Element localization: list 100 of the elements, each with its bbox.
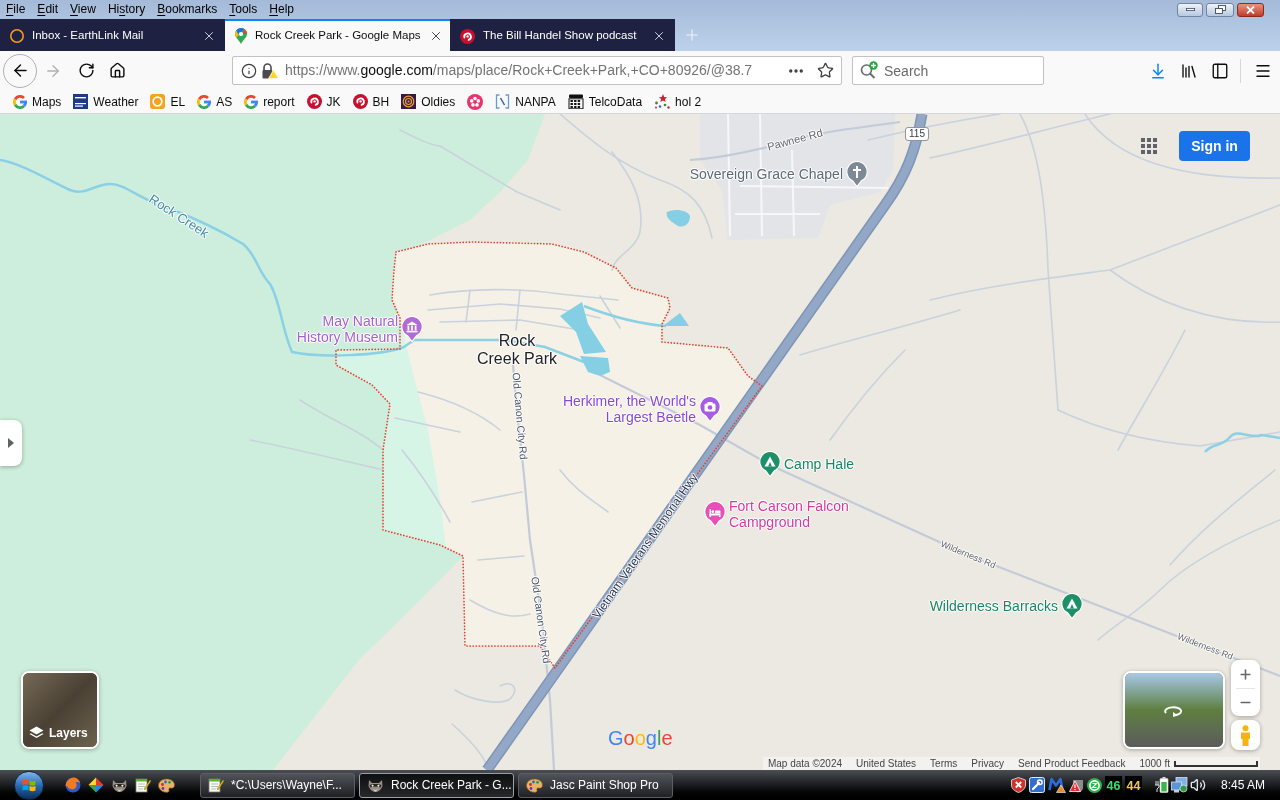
menu-item[interactable]: File [0, 1, 32, 18]
star-icon[interactable] [817, 62, 834, 79]
menu-item[interactable]: Edit [31, 1, 65, 18]
raccoon-icon[interactable] [111, 777, 128, 793]
road-label: Old Canon City Rd [529, 575, 553, 665]
menu-item[interactable]: Bookmarks [151, 1, 224, 18]
tent-pin-icon[interactable] [759, 451, 781, 477]
back-button[interactable] [3, 53, 37, 88]
ring-icon [10, 29, 24, 43]
rotate-icon [1163, 705, 1185, 717]
g-icon [244, 94, 259, 109]
expand-panel-button[interactable] [0, 420, 22, 466]
flower-icon[interactable] [467, 93, 484, 110]
battery-icon[interactable] [1153, 777, 1169, 793]
ring-icon [150, 94, 166, 109]
building-pin-icon[interactable] [401, 316, 423, 342]
search-field[interactable]: Search [852, 56, 1044, 85]
bookmark-item[interactable]: EL [150, 92, 186, 111]
layers-button[interactable]: Layers [21, 671, 99, 749]
menu-item[interactable]: History [101, 1, 152, 18]
globe-icon[interactable] [65, 777, 81, 793]
place-label[interactable]: Fort Carson Falcon Campground [729, 498, 869, 530]
bookmark-item[interactable]: Weather [73, 92, 139, 111]
stars-icon [654, 94, 671, 109]
network-icon[interactable] [1170, 777, 1188, 793]
palette-icon[interactable] [158, 777, 175, 793]
bookmark-item[interactable]: Maps [13, 92, 62, 111]
taskbar-window-button[interactable]: Rock Creek Park - G... [359, 772, 514, 798]
road [477, 555, 525, 561]
disc-icon[interactable] [1086, 777, 1102, 793]
close-icon [1246, 5, 1255, 14]
warning-icon[interactable] [1068, 777, 1084, 793]
speaker-icon[interactable] [1189, 777, 1206, 793]
tray-counter: 44 [1125, 779, 1141, 791]
bookmark-item[interactable]: report [244, 92, 295, 111]
raccoon-icon[interactable] [367, 777, 384, 793]
browser-tab[interactable]: The Bill Handel Show podcast [450, 19, 675, 51]
download-icon[interactable] [1149, 61, 1167, 80]
place-label[interactable]: Camp Hale [784, 456, 855, 472]
bookmark-item[interactable]: TelcoData [567, 92, 643, 111]
bookmark-item[interactable]: NANPA [495, 92, 556, 111]
terms-link[interactable]: Terms [930, 757, 958, 770]
start-button[interactable] [14, 770, 44, 800]
home-icon[interactable] [108, 62, 126, 79]
apps-grid-icon[interactable] [1141, 138, 1157, 154]
browser-tab[interactable]: Inbox - EarthLink Mail [0, 19, 225, 51]
bracket-icon [495, 94, 511, 109]
pond [663, 313, 689, 326]
taskbar-window-button[interactable]: Jasc Paint Shop Pro [518, 772, 673, 798]
flag-icon [22, 778, 36, 792]
close-icon[interactable] [652, 29, 666, 43]
sign-in-button[interactable]: Sign in [1179, 131, 1250, 161]
minimize-button[interactable] [1177, 2, 1203, 17]
info-icon[interactable] [241, 62, 257, 79]
notepad-icon[interactable] [135, 777, 151, 793]
bookmark-item[interactable]: hol 2 [654, 92, 702, 111]
taskbar-window-button[interactable]: *C:\Users\Wayne\F... [200, 772, 355, 798]
bookmark-item[interactable]: Oldies [401, 92, 456, 111]
scale-text: 1000 ft [1139, 757, 1170, 770]
camera-pin-icon[interactable] [699, 396, 721, 422]
bed-pin-icon[interactable] [704, 501, 726, 527]
lock-warning-icon[interactable] [261, 62, 279, 79]
map-data-text: Map data ©2024 [767, 757, 843, 770]
menu-item[interactable]: View [64, 1, 102, 18]
wrench-icon[interactable] [1028, 777, 1045, 793]
road [471, 491, 523, 503]
address-bar[interactable]: https://www.google.com/maps/place/Rock+Creek+Park,+CO+80926/@38.7 [232, 56, 842, 85]
route-shield: 115 [905, 127, 929, 141]
palette-icon[interactable] [526, 777, 543, 793]
shield-icon[interactable] [1010, 777, 1026, 793]
sidebar-icon[interactable] [1211, 61, 1229, 80]
place-label[interactable]: Herkimer, the World's Largest Beetle [546, 393, 696, 425]
close-window-button[interactable] [1237, 2, 1264, 17]
park-label[interactable]: Rock Creek Park [476, 332, 558, 368]
restore-button[interactable] [1206, 2, 1234, 17]
reload-icon[interactable] [77, 62, 95, 79]
library-icon[interactable] [1180, 61, 1198, 80]
layers-icon [29, 726, 44, 740]
browser-tab[interactable]: Rock Creek Park - Google Maps [225, 19, 450, 51]
alert-icon[interactable] [1047, 777, 1066, 793]
privacy-link[interactable]: Privacy [971, 757, 1005, 770]
feedback-link[interactable]: Send Product Feedback [1018, 757, 1126, 770]
tent-pin-icon[interactable] [1061, 593, 1083, 619]
bookmark-item[interactable]: JK [306, 92, 341, 111]
pond [580, 356, 610, 376]
road [469, 599, 531, 617]
menu-item[interactable]: Help [263, 1, 300, 18]
close-icon[interactable] [202, 29, 216, 43]
road-label: Pawnee Rd [766, 127, 824, 153]
notepad-icon[interactable] [208, 777, 224, 793]
country-link[interactable]: United States [856, 757, 917, 770]
menu-item[interactable]: Tools [223, 1, 264, 18]
place-label[interactable]: Sovereign Grace Chapel [689, 166, 843, 182]
cross-pin-icon[interactable] [846, 161, 868, 187]
bookmark-item[interactable]: BH [352, 92, 390, 111]
bookmark-item[interactable]: AS [197, 92, 233, 111]
place-label[interactable]: Wilderness Barracks [929, 598, 1058, 614]
g-icon [197, 94, 212, 109]
diamond-icon[interactable] [88, 777, 104, 793]
tray-counter: 46 [1105, 779, 1121, 791]
